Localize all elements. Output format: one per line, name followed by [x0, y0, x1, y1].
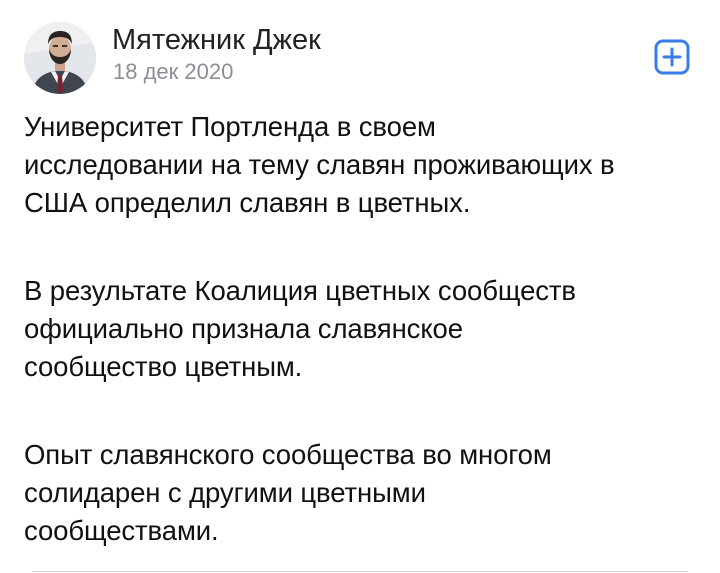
add-square-icon — [654, 39, 690, 75]
text-line: В результате Коалиция цветных сообществ — [24, 275, 576, 306]
avatar-image — [24, 22, 96, 94]
text-line: Опыт славянского сообщества во многом — [24, 439, 552, 470]
text-line: Университет Портленда в своем — [24, 111, 436, 142]
post-paragraph: Опыт славянского сообщества во многом со… — [24, 436, 704, 550]
text-line: официально признала славянское — [24, 313, 463, 344]
text-line: сообществами. — [24, 515, 219, 546]
text-line: солидарен с другими цветными — [24, 477, 426, 508]
post-text: Университет Портленда в своем исследован… — [24, 108, 704, 550]
add-button[interactable] — [654, 39, 690, 75]
text-line: США определил славян в цветных. — [24, 187, 471, 218]
post-paragraph: В результате Коалиция цветных сообществ … — [24, 272, 704, 386]
post-paragraph: Университет Портленда в своем исследован… — [24, 108, 704, 222]
text-line: исследовании на тему славян проживающих … — [24, 149, 615, 180]
author-name[interactable]: Мятежник Джек — [112, 22, 321, 58]
author-avatar[interactable] — [24, 22, 96, 94]
text-line: сообщество цветным. — [24, 351, 303, 382]
post-date: 18 дек 2020 — [113, 59, 234, 84]
post-card: Мятежник Джек 18 дек 2020 Университет По… — [0, 0, 720, 573]
divider — [32, 571, 688, 572]
